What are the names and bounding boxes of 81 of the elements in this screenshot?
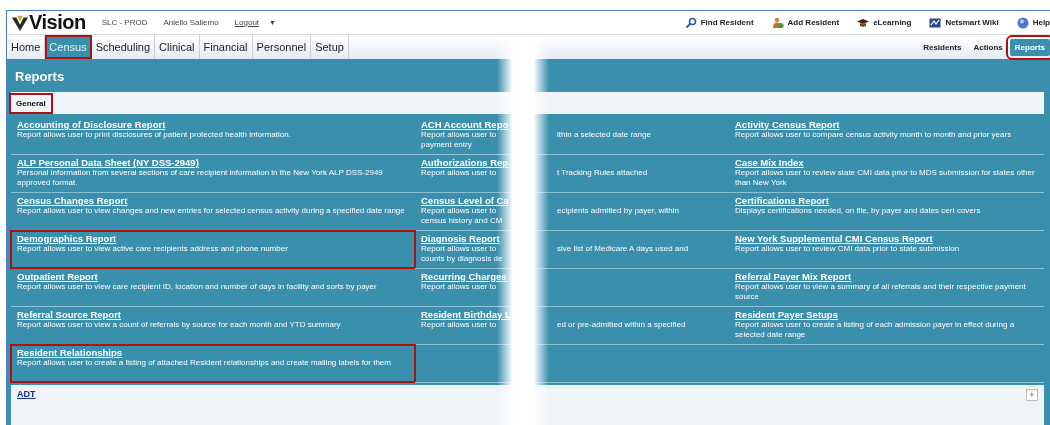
- report-description: counts by diagnosis de: [421, 254, 504, 264]
- report-description: Report allows user to view care recipient ID, location and number of days in facility and sorts by payer: [17, 282, 378, 292]
- report-description: Report allows user to: [421, 206, 498, 216]
- environment-label: SLC - PROD: [101, 18, 148, 27]
- report-description: Report allows user to: [421, 168, 498, 178]
- header-link[interactable]: Netsmart Wiki: [929, 16, 999, 29]
- report-item[interactable]: Accounting of Disclosure Report Report allows user to print disclosures of patient protected health information.: [11, 117, 415, 154]
- report-link[interactable]: Resident Relationships: [17, 347, 409, 358]
- report-description: Report allows user to review CMI data prior to state submission: [735, 244, 961, 254]
- graduation-cap-icon: [857, 16, 870, 29]
- report-link[interactable]: Recurring Charges: [421, 271, 709, 282]
- report-description: ithin a selected date range: [557, 130, 651, 140]
- report-item[interactable]: Activity Census Report Report allows user to compare census activity month to month and prior years: [729, 117, 1044, 154]
- logo-text: Vision: [29, 11, 86, 34]
- header-link[interactable]: eLearning: [857, 16, 912, 29]
- report-item[interactable]: Recurring Charges Report allows user to: [415, 269, 715, 306]
- report-item[interactable]: Census Changes Report Report allows user to view changes and new entries for selected census activity during a specified date range: [11, 193, 415, 230]
- report-description: Report allows user to compare census activity month to month and prior years: [735, 130, 1013, 140]
- user-name: Aniello Saliemo: [163, 18, 219, 27]
- header-link[interactable]: Help: [1016, 16, 1050, 29]
- section-heading[interactable]: ADT: [17, 389, 36, 399]
- report-description: Report allows user to view changes and new entries for selected census activity during a specified date range: [17, 206, 406, 216]
- report-link[interactable]: Census Changes Report: [17, 195, 409, 206]
- report-item[interactable]: Referral Source Report Report allows user to view a count of referrals by source for each month and YTD summary: [11, 307, 415, 344]
- report-link[interactable]: New York Supplemental CMI Census Report: [735, 233, 1038, 244]
- search-icon: [684, 16, 697, 29]
- report-link[interactable]: Demographics Report: [17, 233, 409, 244]
- report-link[interactable]: Outpatient Report: [17, 271, 409, 282]
- report-description: Personal information from several sections of care recipient information in the New York ALP DSS-2949 approved format.: [17, 168, 384, 188]
- report-item[interactable]: Resident Birthday L Report allows user to ed or pre-admitted within a specified: [415, 307, 715, 344]
- report-link[interactable]: Referral Source Report: [17, 309, 409, 320]
- nav-tab[interactable]: Census: [45, 35, 92, 59]
- report-description: Report allows user to view a count of referrals by source for each month and YTD summary: [17, 320, 342, 330]
- report-description: payment entry: [421, 140, 473, 150]
- wiki-icon: [929, 16, 942, 29]
- report-description: Report allows user to view a summary of all referrals and their respective payment source: [735, 282, 1027, 302]
- logo-icon: [11, 13, 29, 32]
- report-item[interactable]: Case Mix Index Report allows user to review state CMI data prior to MDS submission for states other than New York: [729, 155, 1044, 192]
- sub-tab[interactable]: Residents: [918, 38, 967, 56]
- report-description: Report allows user to: [421, 320, 498, 330]
- report-item[interactable]: Outpatient Report Report allows user to view care recipient ID, location and number of days in facility and sorts by payer: [11, 269, 415, 306]
- report-description: Report allows user to print disclosures of patient protected health information.: [17, 130, 292, 140]
- report-link[interactable]: Resident Birthday L: [421, 309, 709, 320]
- logout-link[interactable]: Logout: [234, 18, 260, 27]
- expand-button[interactable]: +: [1026, 389, 1038, 401]
- section-heading[interactable]: General: [11, 94, 51, 112]
- report-description: Report allows user to review state CMI data prior to MDS submission for states other than New York: [735, 168, 1036, 188]
- report-link[interactable]: Activity Census Report: [735, 119, 1038, 130]
- report-link[interactable]: Certifications Report: [735, 195, 1038, 206]
- report-link[interactable]: ALP Personal Data Sheet (NY DSS-2949): [17, 157, 409, 168]
- report-description: sive list of Medicare A days used and: [557, 244, 689, 254]
- report-description: Report allows user to create a listing of attached Resident relationships and create mailing labels for them: [17, 358, 392, 368]
- report-description: Report allows user to view active care recipients address and phone number: [17, 244, 289, 254]
- report-link[interactable]: Diagnosis Report: [421, 233, 709, 244]
- header-link[interactable]: Add Resident: [771, 16, 840, 29]
- report-description: Report allows user to: [421, 282, 498, 292]
- report-link[interactable]: Case Mix Index: [735, 157, 1038, 168]
- report-item[interactable]: Resident Relationships Report allows user to create a listing of attached Resident relationships and create mailing labels for them: [11, 345, 415, 382]
- report-link[interactable]: Accounting of Disclosure Report: [17, 119, 409, 130]
- person-add-icon: [771, 16, 784, 29]
- report-item[interactable]: New York Supplemental CMI Census Report Report allows user to review CMI data prior to state submission: [729, 231, 1044, 268]
- page-title: Reports: [14, 68, 66, 86]
- report-item[interactable]: Diagnosis Report Report allows user to sive list of Medicare A days used and counts by diagnosis de: [415, 231, 715, 268]
- report-description: ed or pre-admitted within a specified: [557, 320, 686, 330]
- report-link[interactable]: Referral Payer Mix Report: [735, 271, 1038, 282]
- report-item[interactable]: Certifications Report Displays certifications needed, on file, by payer and dates cert covers: [729, 193, 1044, 230]
- report-item[interactable]: Resident Payer Setups Report allows user to create a listing of each admission payer in effect during a selected date range: [729, 307, 1044, 344]
- sub-tab[interactable]: Actions: [968, 38, 1008, 56]
- report-item[interactable]: Referral Payer Mix Report Report allows user to view a summary of all referrals and their respective payment source: [729, 269, 1044, 306]
- help-icon: [1016, 16, 1029, 29]
- report-item[interactable]: Demographics Report Report allows user to view active care recipients address and phone number: [11, 231, 415, 268]
- header-link[interactable]: Find Resident: [684, 16, 754, 29]
- report-description: Displays certifications needed, on file, by payer and dates cert covers: [735, 206, 982, 216]
- report-link[interactable]: Resident Payer Setups: [735, 309, 1038, 320]
- report-description: Report allows user to: [421, 244, 498, 254]
- report-description: ecipients admitted by payer, within: [557, 206, 679, 216]
- report-item[interactable]: ALP Personal Data Sheet (NY DSS-2949) Personal information from several sections of care recipient information in the New York ALP DSS-2949 approved format.: [11, 155, 415, 192]
- report-description: census history and CM: [421, 216, 504, 226]
- report-description: Report allows user to: [421, 130, 498, 140]
- report-description: Report allows user to create a listing of each admission payer in effect during a selected date range: [735, 320, 1016, 340]
- report-description: t Tracking Rules attached: [557, 168, 648, 178]
